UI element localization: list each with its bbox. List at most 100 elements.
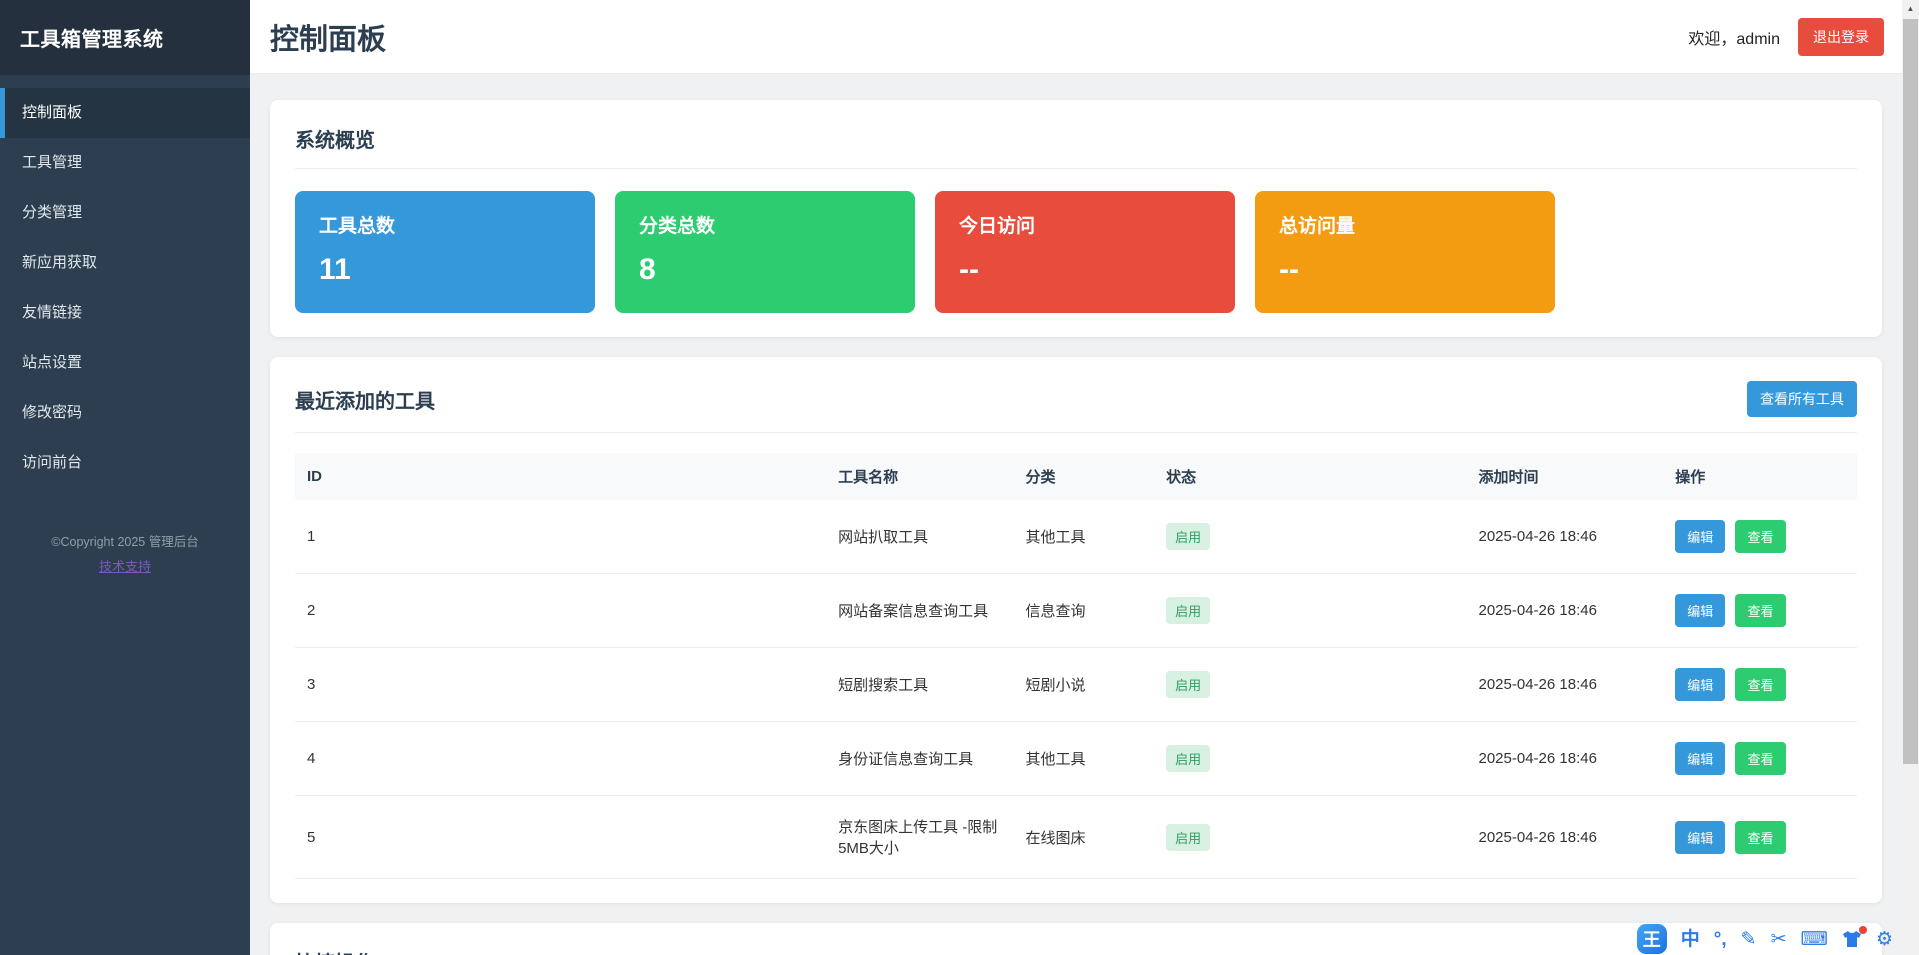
scroll-up-arrow-icon[interactable]: ▲ <box>1902 0 1919 17</box>
app-title: 工具箱管理系统 <box>0 0 250 75</box>
recent-head: 最近添加的工具 查看所有工具 <box>295 381 1857 433</box>
view-button[interactable]: 查看 <box>1735 594 1785 627</box>
sidebar-item[interactable]: 友情链接 <box>0 288 250 338</box>
sidebar-item[interactable]: 分类管理 <box>0 188 250 238</box>
stat-card: 工具总数 11 <box>295 191 595 313</box>
ime-toolbar: 王 中 °, ✎ ✂ ⌨ ⚙ <box>1637 924 1893 954</box>
cell-id: 1 <box>295 500 826 574</box>
stat-label: 今日访问 <box>959 211 1211 238</box>
cell-tool-name: 网站备案信息查询工具 <box>826 574 1013 648</box>
edit-button[interactable]: 编辑 <box>1675 821 1725 854</box>
cell-category: 信息查询 <box>1014 574 1155 648</box>
view-button[interactable]: 查看 <box>1735 821 1785 854</box>
cell-category: 在线图床 <box>1014 796 1155 879</box>
cell-actions: 编辑 查看 <box>1663 796 1857 879</box>
overview-head: 系统概览 <box>295 124 1857 169</box>
table-column-header: 添加时间 <box>1466 453 1663 500</box>
view-all-tools-button[interactable]: 查看所有工具 <box>1747 381 1857 417</box>
skin-icon[interactable] <box>1842 930 1862 948</box>
cell-actions: 编辑 查看 <box>1663 500 1857 574</box>
notification-dot <box>1859 926 1867 934</box>
cell-tool-name: 网站扒取工具 <box>826 500 1013 574</box>
edit-button[interactable]: 编辑 <box>1675 668 1725 701</box>
keyboard-icon[interactable]: ⌨ <box>1801 930 1828 949</box>
overview-title: 系统概览 <box>295 124 375 153</box>
chinese-mode-icon[interactable]: 中 <box>1681 930 1700 949</box>
table-body: 1 网站扒取工具 其他工具 启用 2025-04-26 18:46 编辑 查看 <box>295 500 1857 879</box>
cell-category: 其他工具 <box>1014 722 1155 796</box>
cell-status: 启用 <box>1154 574 1466 648</box>
sidebar-item[interactable]: 工具管理 <box>0 138 250 188</box>
recent-tools-card: 最近添加的工具 查看所有工具 ID工具名称分类状态添加时间操作 1 网站扒取工具… <box>270 357 1882 903</box>
cell-status: 启用 <box>1154 648 1466 722</box>
cell-tool-name: 京东图床上传工具 -限制5MB大小 <box>826 796 1013 879</box>
view-button[interactable]: 查看 <box>1735 668 1785 701</box>
stat-value: -- <box>959 253 1211 287</box>
handwriting-icon[interactable]: ✎ <box>1741 930 1757 949</box>
table-row: 5 京东图床上传工具 -限制5MB大小 在线图床 启用 2025-04-26 1… <box>295 796 1857 879</box>
punctuation-icon[interactable]: °, <box>1714 930 1727 949</box>
cell-time: 2025-04-26 18:46 <box>1466 796 1663 879</box>
vertical-scrollbar[interactable]: ▲ <box>1902 0 1919 955</box>
cell-id: 2 <box>295 574 826 648</box>
scrollbar-thumb[interactable] <box>1903 19 1918 764</box>
cell-actions: 编辑 查看 <box>1663 722 1857 796</box>
cell-tool-name: 短剧搜索工具 <box>826 648 1013 722</box>
table-row: 3 短剧搜索工具 短剧小说 启用 2025-04-26 18:46 编辑 查看 <box>295 648 1857 722</box>
sidebar-item[interactable]: 修改密码 <box>0 388 250 438</box>
logout-button[interactable]: 退出登录 <box>1798 18 1884 56</box>
status-badge: 启用 <box>1166 745 1210 772</box>
cell-status: 启用 <box>1154 722 1466 796</box>
scissors-icon[interactable]: ✂ <box>1771 930 1787 949</box>
overview-card: 系统概览 工具总数 11 分类总数 8 今日访问 <box>270 100 1882 337</box>
status-badge: 启用 <box>1166 824 1210 851</box>
cell-actions: 编辑 查看 <box>1663 648 1857 722</box>
cell-time: 2025-04-26 18:46 <box>1466 500 1663 574</box>
cell-category: 短剧小说 <box>1014 648 1155 722</box>
sidebar-item[interactable]: 站点设置 <box>0 338 250 388</box>
table-row: 4 身份证信息查询工具 其他工具 启用 2025-04-26 18:46 编辑 … <box>295 722 1857 796</box>
view-button[interactable]: 查看 <box>1735 742 1785 775</box>
copyright-text: ©Copyright 2025 管理后台 <box>0 533 250 552</box>
stat-label: 总访问量 <box>1279 211 1531 238</box>
table-row: 1 网站扒取工具 其他工具 启用 2025-04-26 18:46 编辑 查看 <box>295 500 1857 574</box>
sidebar-item[interactable]: 访问前台 <box>0 438 250 488</box>
sidebar-item[interactable]: 新应用获取 <box>0 238 250 288</box>
stat-value: 11 <box>319 253 571 287</box>
sidebar-menu: 控制面板 工具管理 分类管理 新应用获取 友情链接 站点设置 修改密码 访问前台 <box>0 88 250 488</box>
stat-card: 今日访问 -- <box>935 191 1235 313</box>
main-area: 控制面板 欢迎，admin 退出登录 系统概览 工具总数 11 分类总数 <box>250 0 1902 955</box>
settings-icon[interactable]: ⚙ <box>1876 930 1893 949</box>
view-button[interactable]: 查看 <box>1735 520 1785 553</box>
table-column-header: 状态 <box>1154 453 1466 500</box>
edit-button[interactable]: 编辑 <box>1675 594 1725 627</box>
cell-id: 4 <box>295 722 826 796</box>
cell-status: 启用 <box>1154 796 1466 879</box>
ime-logo[interactable]: 王 <box>1637 924 1667 954</box>
sidebar: 工具箱管理系统 控制面板 工具管理 分类管理 新应用获取 友情链接 站点设置 修… <box>0 0 250 955</box>
topbar-right: 欢迎，admin 退出登录 <box>1688 18 1884 56</box>
cell-time: 2025-04-26 18:46 <box>1466 722 1663 796</box>
sidebar-item[interactable]: 控制面板 <box>0 88 250 138</box>
stat-value: -- <box>1279 253 1531 287</box>
cell-actions: 编辑 查看 <box>1663 574 1857 648</box>
table-column-header: 操作 <box>1663 453 1857 500</box>
stats-row: 工具总数 11 分类总数 8 今日访问 -- 总访问量 <box>295 191 1857 313</box>
table-column-header: ID <box>295 453 826 500</box>
table-column-header: 工具名称 <box>826 453 1013 500</box>
table-column-header: 分类 <box>1014 453 1155 500</box>
welcome-text: 欢迎，admin <box>1688 25 1780 49</box>
quick-title: 快捷操作 <box>295 947 375 955</box>
cell-id: 3 <box>295 648 826 722</box>
stat-card: 分类总数 8 <box>615 191 915 313</box>
stat-label: 分类总数 <box>639 211 891 238</box>
status-badge: 启用 <box>1166 523 1210 550</box>
status-badge: 启用 <box>1166 597 1210 624</box>
recent-title: 最近添加的工具 <box>295 385 435 414</box>
status-badge: 启用 <box>1166 671 1210 698</box>
copyright-link[interactable]: 技术支持 <box>99 557 151 577</box>
edit-button[interactable]: 编辑 <box>1675 520 1725 553</box>
stat-label: 工具总数 <box>319 211 571 238</box>
edit-button[interactable]: 编辑 <box>1675 742 1725 775</box>
topbar: 控制面板 欢迎，admin 退出登录 <box>250 0 1902 74</box>
